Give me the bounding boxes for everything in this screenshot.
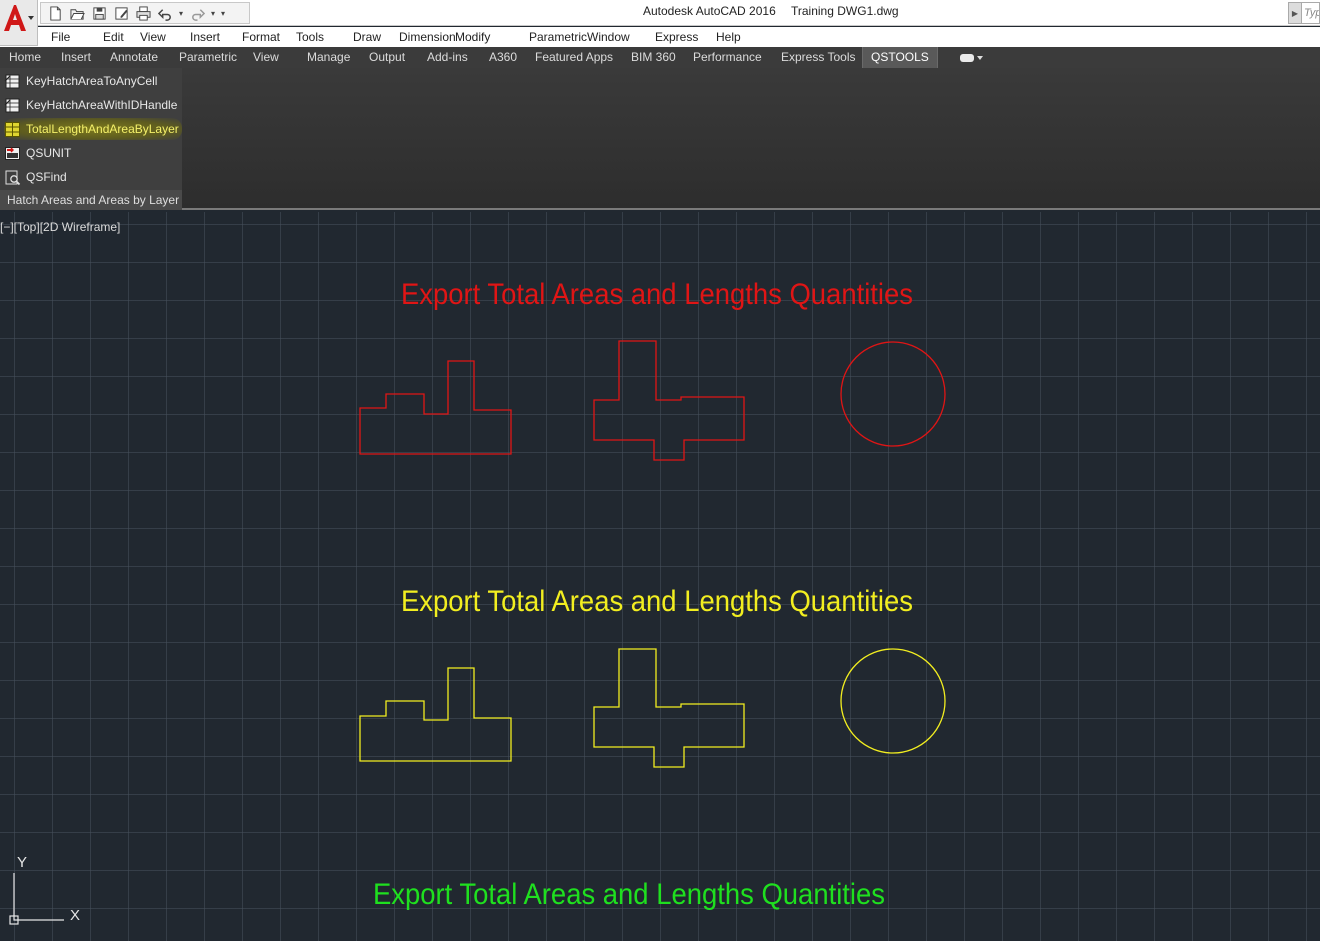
- save-as-icon[interactable]: [111, 4, 131, 22]
- chevron-down-icon: [976, 55, 983, 60]
- menu-express[interactable]: Express: [655, 30, 716, 44]
- cmd-label: QSUNIT: [26, 146, 72, 160]
- hatch-table-icon: [4, 74, 20, 88]
- tab-parametric[interactable]: Parametric: [179, 47, 253, 68]
- menu-insert[interactable]: Insert: [190, 30, 242, 44]
- autocad-logo-icon: [4, 5, 26, 31]
- tab-home[interactable]: Home: [9, 47, 61, 68]
- save-icon[interactable]: [89, 4, 109, 22]
- menu-tools[interactable]: Tools: [296, 30, 353, 44]
- menu-edit[interactable]: Edit: [103, 30, 140, 44]
- menu-modify[interactable]: Modify: [455, 30, 529, 44]
- yellow-cross-polyline[interactable]: [593, 648, 745, 768]
- cmd-total-length-and-area-by-layer[interactable]: TotalLengthAndAreaByLayer: [4, 118, 182, 140]
- new-file-icon[interactable]: [45, 4, 65, 22]
- drawing-content: Export Total Areas and Lengths Quantitie…: [9, 278, 946, 925]
- ribbon-display-options[interactable]: [959, 53, 983, 62]
- yellow-group: Export Total Areas and Lengths Quantitie…: [359, 585, 946, 768]
- customize-qat-icon[interactable]: ▾: [219, 4, 227, 22]
- menu-file[interactable]: File: [51, 30, 103, 44]
- undo-icon[interactable]: [155, 4, 175, 22]
- plot-icon[interactable]: [133, 4, 153, 22]
- menu-help[interactable]: Help: [716, 30, 761, 44]
- green-heading[interactable]: Export Total Areas and Lengths Quantitie…: [373, 878, 885, 911]
- ribbon-minimize-icon: [959, 53, 974, 62]
- hatch-table-icon: [4, 98, 20, 112]
- cmd-label: QSFind: [26, 170, 67, 184]
- drawing-canvas[interactable]: [−][Top][2D Wireframe] Export Total Area…: [0, 212, 1320, 941]
- help-search: ▶ Typ: [1288, 2, 1320, 24]
- grid-table-icon: [5, 121, 20, 137]
- yellow-heading[interactable]: Export Total Areas and Lengths Quantitie…: [401, 585, 913, 618]
- yellow-stepped-polyline[interactable]: [359, 667, 512, 762]
- find-icon: [5, 170, 21, 185]
- red-stepped-polyline[interactable]: [359, 360, 512, 455]
- panel-title[interactable]: Hatch Areas and Areas by Layer: [0, 190, 182, 210]
- application-menu-button[interactable]: [0, 0, 38, 46]
- open-folder-icon[interactable]: [67, 4, 87, 22]
- help-search-input[interactable]: Typ: [1302, 2, 1320, 24]
- menu-window[interactable]: Window: [587, 30, 655, 44]
- unit-icon: [5, 146, 20, 160]
- redo-dropdown-icon[interactable]: ▾: [209, 4, 217, 22]
- app-title: Autodesk AutoCAD 2016: [643, 4, 776, 18]
- tab-express-tools[interactable]: Express Tools: [781, 47, 862, 68]
- application-menu-caret-icon: [28, 16, 34, 20]
- cmd-label: TotalLengthAndAreaByLayer: [26, 122, 179, 136]
- menu-draw[interactable]: Draw: [353, 30, 399, 44]
- quick-access-toolbar: ▾ ▾ ▾: [40, 2, 250, 24]
- cmd-label: KeyHatchAreaWithIDHandle: [26, 98, 178, 112]
- tab-annotate[interactable]: Annotate: [110, 47, 179, 68]
- tab-output[interactable]: Output: [369, 47, 427, 68]
- search-expand-icon[interactable]: ▶: [1288, 2, 1302, 24]
- red-cross-polyline[interactable]: [593, 340, 745, 461]
- menu-bar: File Edit View Insert Format Tools Draw Dimensi…: [0, 27, 1320, 47]
- cmd-key-hatch-area-to-any-cell[interactable]: KeyHatchAreaToAnyCell: [4, 70, 182, 92]
- redo-icon[interactable]: [187, 4, 207, 22]
- menu-view[interactable]: View: [140, 30, 190, 44]
- red-circle[interactable]: [840, 341, 946, 447]
- tab-bim-360[interactable]: BIM 360: [631, 47, 693, 68]
- tab-add-ins[interactable]: Add-ins: [427, 47, 489, 68]
- menu-format[interactable]: Format: [242, 30, 296, 44]
- tab-qstools[interactable]: QSTOOLS: [862, 47, 938, 68]
- tab-manage[interactable]: Manage: [307, 47, 369, 68]
- menu-dimension[interactable]: Dimension: [399, 30, 456, 44]
- ucs-x-label: X: [70, 907, 80, 924]
- tab-view[interactable]: View: [253, 47, 307, 68]
- ribbon: KeyHatchAreaToAnyCell KeyHatchAreaWithID…: [0, 68, 1320, 210]
- title-bar: ▾ ▾ ▾ Autodesk AutoCAD 2016 Training DWG…: [0, 0, 1320, 26]
- tab-a360[interactable]: A360: [489, 47, 535, 68]
- red-heading[interactable]: Export Total Areas and Lengths Quantitie…: [401, 278, 913, 311]
- cmd-key-hatch-area-with-id-handle[interactable]: KeyHatchAreaWithIDHandle: [4, 94, 182, 116]
- tab-featured-apps[interactable]: Featured Apps: [535, 47, 631, 68]
- undo-dropdown-icon[interactable]: ▾: [177, 4, 185, 22]
- cmd-label: KeyHatchAreaToAnyCell: [26, 74, 158, 88]
- ucs-y-label: Y: [17, 854, 27, 871]
- menu-parametric[interactable]: Parametric: [529, 30, 587, 44]
- file-title: Training DWG1.dwg: [791, 4, 899, 18]
- yellow-circle[interactable]: [840, 648, 946, 754]
- cmd-qsfind[interactable]: QSFind: [4, 166, 182, 188]
- tab-insert[interactable]: Insert: [61, 47, 110, 68]
- red-group: Export Total Areas and Lengths Quantitie…: [359, 278, 946, 461]
- tab-performance[interactable]: Performance: [693, 47, 781, 68]
- cmd-qsunit[interactable]: QSUNIT: [4, 142, 182, 164]
- green-group: Export Total Areas and Lengths Quantitie…: [373, 878, 885, 911]
- ribbon-tabs: Home Insert Annotate Parametric View Manage Ou…: [0, 47, 1320, 68]
- ucs-icon: Y X: [9, 854, 80, 925]
- hatch-areas-panel: KeyHatchAreaToAnyCell KeyHatchAreaWithID…: [0, 68, 182, 210]
